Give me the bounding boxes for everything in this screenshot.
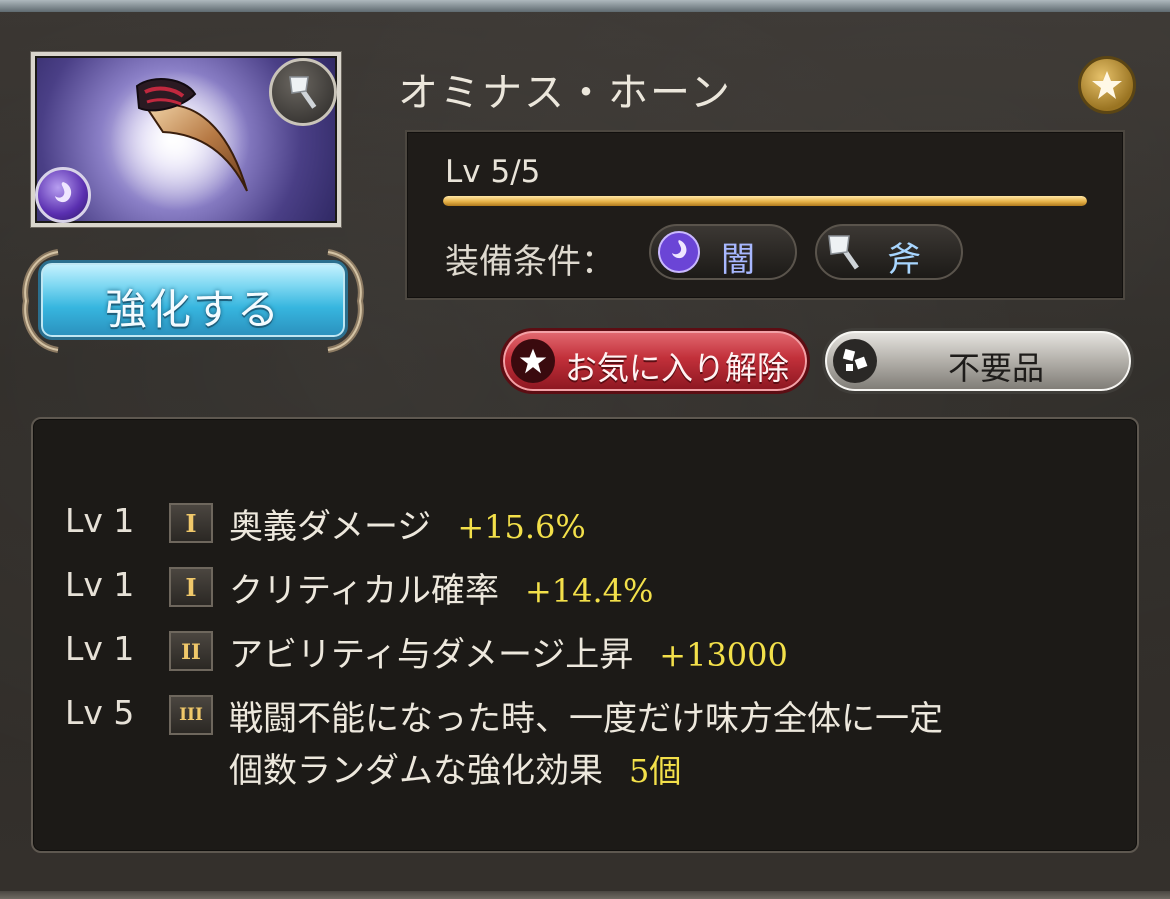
dark-element-icon [35,167,91,223]
upgrade-label: 強化する [104,285,281,334]
unfavorite-label: お気に入り解除 [565,349,790,387]
equip-condition-text: 闇 [721,240,755,280]
top-edge [0,0,1170,12]
level-progress-bar [443,196,1087,206]
unfavorite-button[interactable]: お気に入り解除 [500,328,810,394]
skill-text: 個数ランダムな強化効果 5個 [229,743,681,792]
skill-text: 奥義ダメージ +15.6% [229,499,586,548]
skill-name-line2: 個数ランダムな強化効果 [229,751,603,791]
axe-icon [828,235,859,270]
skill-level: Lv 5 [65,693,135,732]
equip-condition-axe: 斧 [815,224,963,280]
equip-condition-dark: 闇 [649,224,797,280]
skill-name-line1: 戦闘不能になった時、一度だけ味方全体に一定 [229,699,943,739]
equip-requirement-label: 装備条件： [445,242,615,282]
skill-value: +14.4% [524,572,654,610]
junk-button[interactable]: 不要品 [822,328,1134,394]
skill-panel: Lv 1 I 奥義ダメージ +15.6% Lv 1 I クリティカル確率 +14.4… [31,417,1139,853]
skill-tier-badge: I [169,567,213,607]
skill-level: Lv 1 [65,501,135,540]
junk-label: 不要品 [947,349,1044,387]
skill-name: クリティカル確率 [229,571,499,611]
star-icon [1078,56,1136,114]
skill-tier-badge: II [169,631,213,671]
skill-level: Lv 1 [65,629,135,668]
axe-icon [269,58,337,126]
skill-text: クリティカル確率 +14.4% [229,563,653,612]
dark-element-icon [658,231,700,273]
upgrade-button[interactable]: 強化する [18,246,368,356]
level-label: Lv 5/5 [445,154,541,190]
level-progress-fill [443,196,1087,206]
bottom-edge [0,891,1170,899]
level-panel: Lv 5/5 装備条件： 闇 斧 [405,130,1125,300]
skill-tier-badge: I [169,503,213,543]
star-icon [511,339,555,383]
skill-name: 奥義ダメージ [229,507,432,547]
item-name: オミナス・ホーン [398,70,732,116]
skill-value: +15.6% [457,508,586,546]
equip-condition-text: 斧 [887,240,921,280]
skill-name: アビリティ与ダメージ上昇 [229,635,634,675]
skill-tier-badge: III [169,695,213,735]
skill-text: アビリティ与ダメージ上昇 +13000 [229,627,788,676]
skill-value: +13000 [659,636,788,674]
skill-level: Lv 1 [65,565,135,604]
skill-value: 5個 [629,752,682,790]
